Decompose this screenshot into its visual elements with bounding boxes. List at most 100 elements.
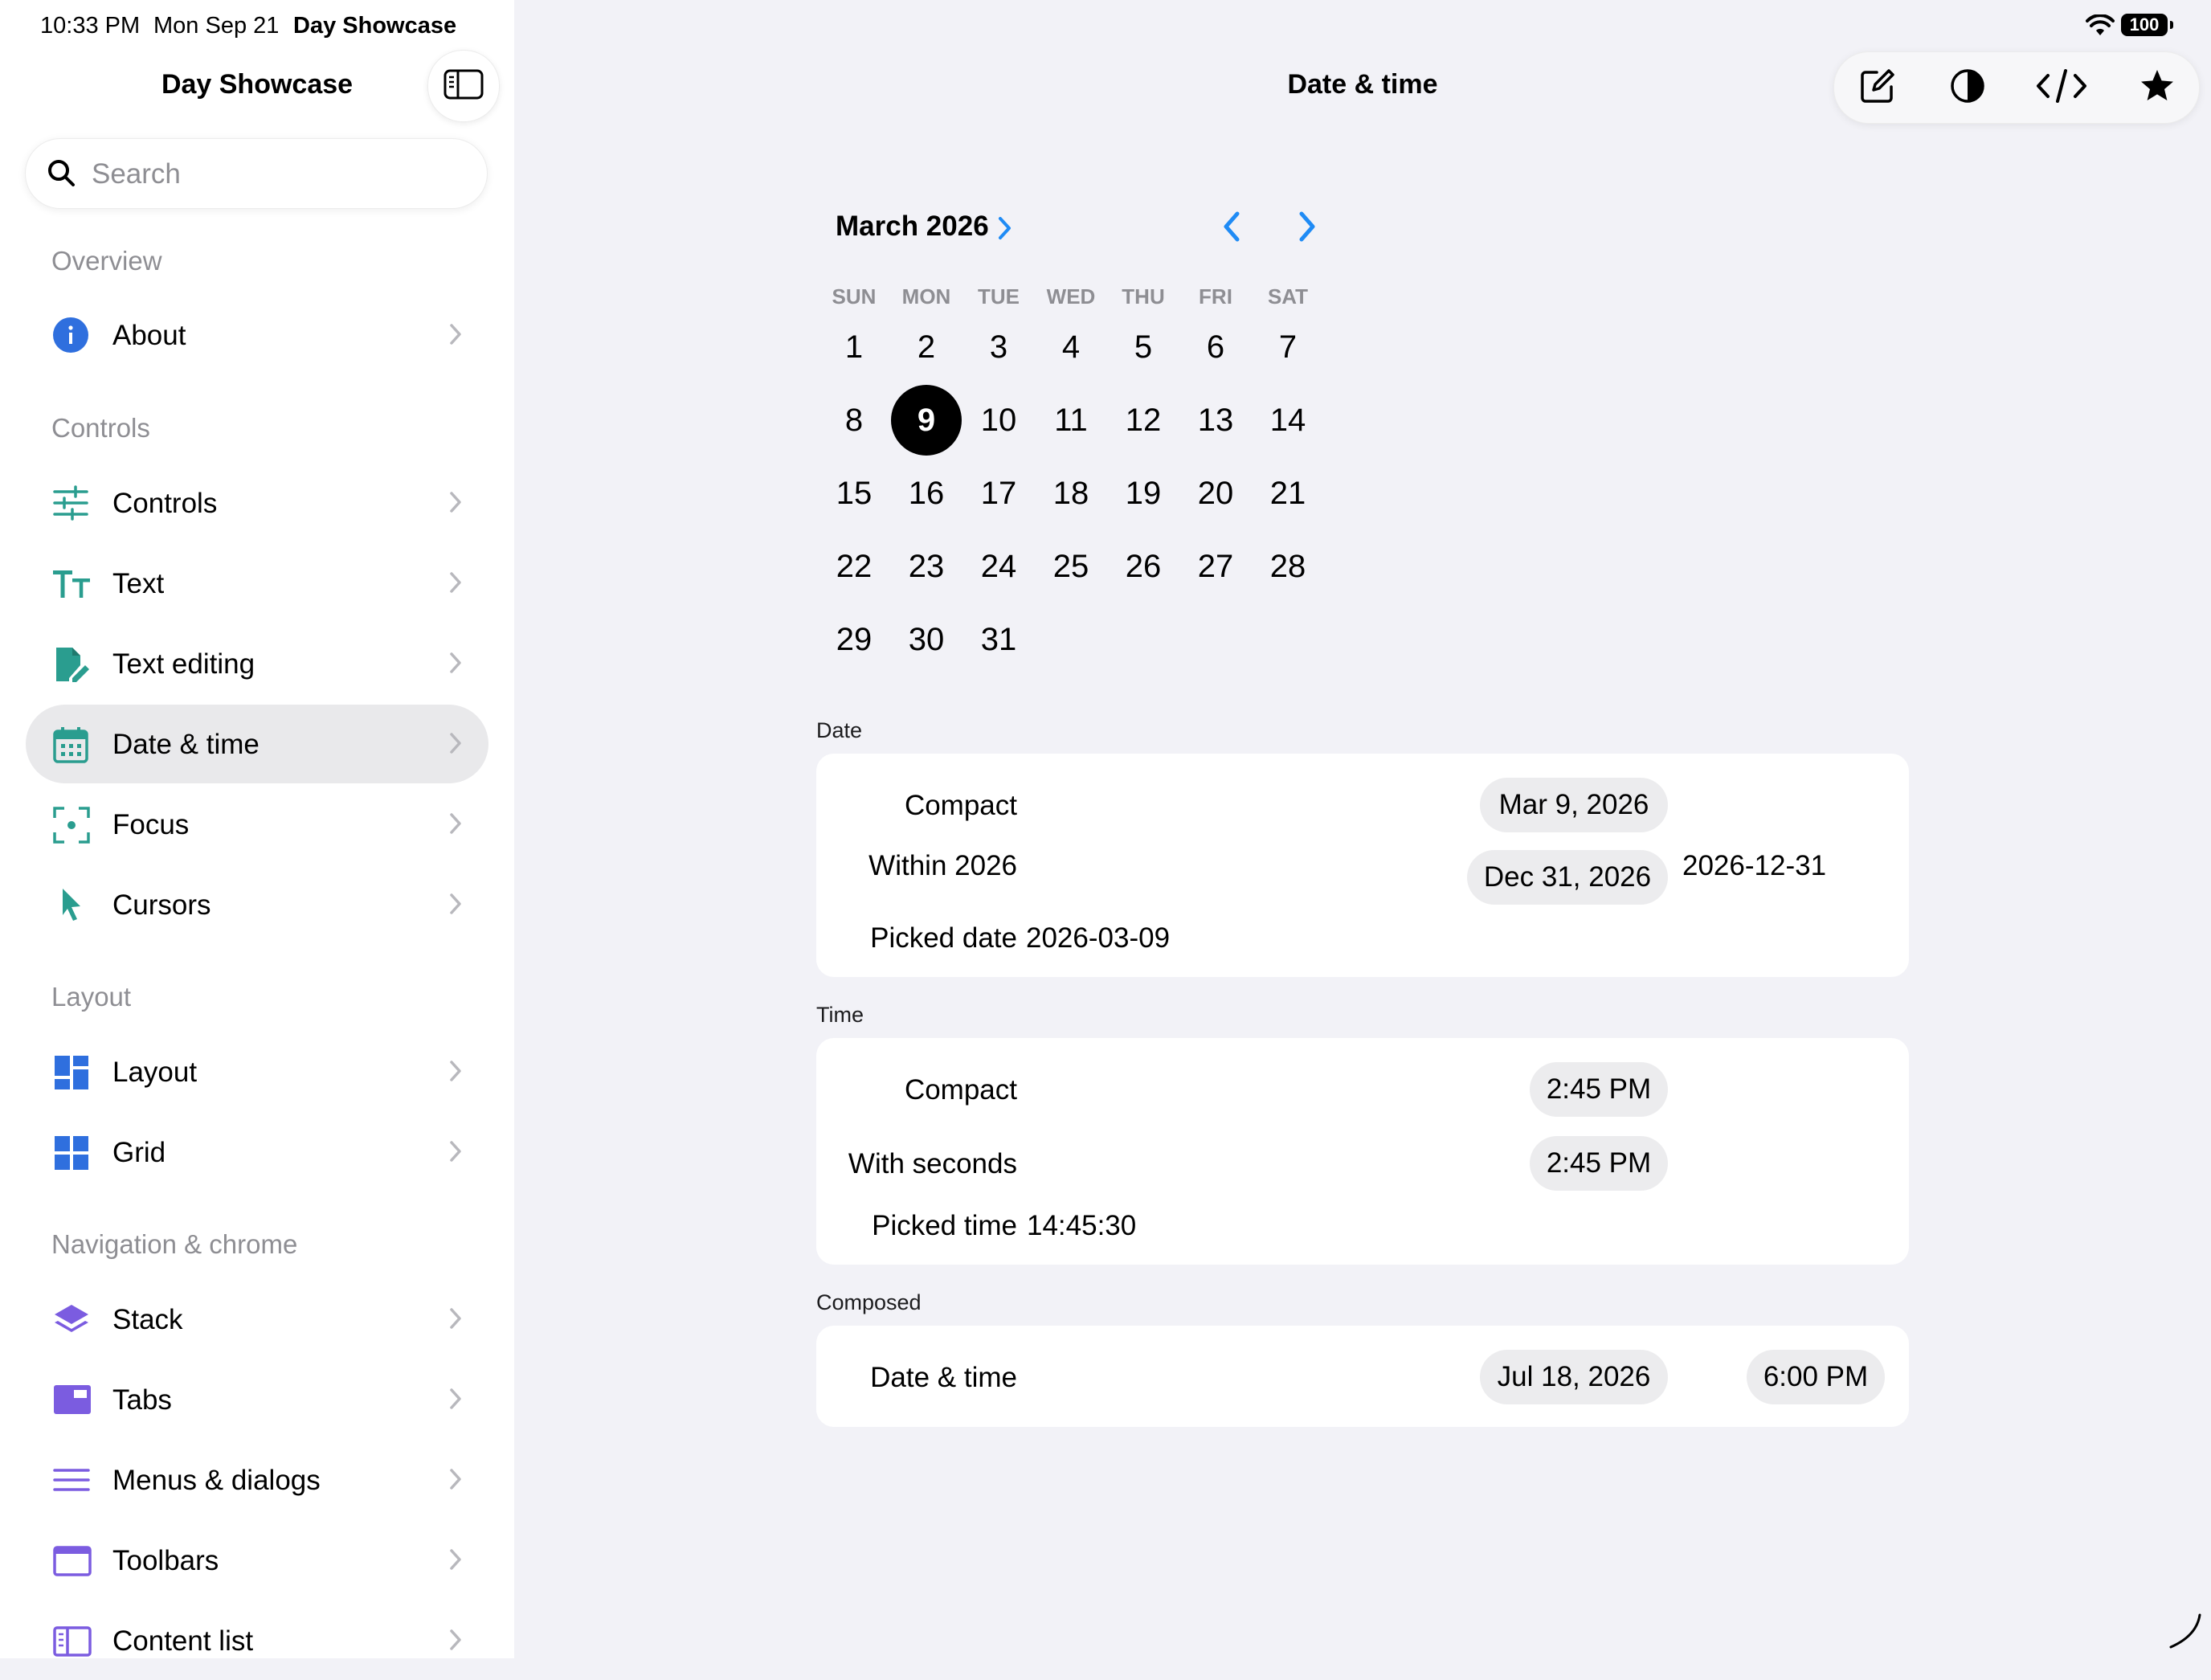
document-edit-icon — [53, 646, 89, 682]
chevron-right-icon — [448, 1467, 463, 1495]
favorite-button[interactable] — [2138, 68, 2176, 107]
sidebar-item-label: Text editing — [112, 648, 255, 680]
calendar-day[interactable]: 7 — [1253, 312, 1323, 382]
sidebar-item-content-list[interactable]: Content list — [26, 1601, 488, 1680]
time-group-label: Time — [816, 1003, 864, 1027]
battery-icon: 100 — [2121, 14, 2173, 36]
calendar-month-label[interactable]: March 2026 — [836, 211, 989, 243]
next-month-button[interactable] — [1292, 207, 1321, 250]
sidebar-item-menus-dialogs[interactable]: Menus & dialogs — [26, 1441, 488, 1519]
composed-date-picker[interactable]: Jul 18, 2026 — [1480, 1350, 1668, 1404]
chevron-right-icon[interactable] — [996, 215, 1014, 245]
compact-time-label: Compact — [904, 1074, 1017, 1106]
weekday-label: FRI — [1199, 284, 1232, 309]
calendar-day[interactable]: 26 — [1108, 531, 1179, 602]
sidebar-toggle-button[interactable] — [427, 50, 500, 122]
code-icon — [2035, 67, 2088, 108]
appearance-button[interactable] — [1948, 68, 1987, 107]
code-button[interactable] — [2033, 68, 2090, 107]
calendar-day[interactable]: 13 — [1180, 385, 1251, 456]
calendar-day[interactable]: 1 — [819, 312, 889, 382]
status-bar: 10:33 PM Mon Sep 21 Day Showcase 100 — [0, 0, 2211, 51]
calendar-day[interactable]: 6 — [1180, 312, 1251, 382]
date-group-label: Date — [816, 718, 863, 742]
status-app-name: Day Showcase — [293, 13, 457, 39]
sidebar-item-about[interactable]: About — [26, 296, 488, 374]
sidebar-item-date-time[interactable]: Date & time — [26, 705, 488, 783]
sidebar-item-cursors[interactable]: Cursors — [26, 865, 488, 944]
within-2026-iso-value: 2026-12-31 — [1682, 850, 1827, 881]
calendar-day[interactable]: 16 — [891, 458, 962, 529]
calendar-day[interactable]: 5 — [1108, 312, 1179, 382]
sidebar-item-label: Focus — [112, 809, 190, 840]
menu-icon — [53, 1462, 90, 1498]
search-field[interactable] — [25, 138, 488, 210]
calendar-day[interactable]: 2 — [891, 312, 962, 382]
chevron-right-icon — [448, 731, 463, 759]
sidebar-item-stack[interactable]: Stack — [26, 1280, 488, 1359]
composed-time-picker[interactable]: 6:00 PM — [1747, 1350, 1885, 1404]
sidebar-item-label: Content list — [112, 1625, 254, 1657]
calendar-day[interactable]: 10 — [963, 385, 1034, 456]
calendar-day[interactable]: 20 — [1180, 458, 1251, 529]
calendar-day[interactable]: 30 — [891, 604, 962, 675]
sidebar-item-text[interactable]: Text — [26, 544, 488, 623]
weekday-label: MON — [901, 284, 951, 309]
picked-time-label: Picked time — [872, 1210, 1017, 1241]
sidebar-item-toolbars[interactable]: Toolbars — [26, 1521, 488, 1600]
calendar-day[interactable]: 3 — [963, 312, 1034, 382]
calendar-day[interactable]: 4 — [1036, 312, 1106, 382]
calendar-day[interactable]: 17 — [963, 458, 1034, 529]
calendar-day[interactable]: 22 — [819, 531, 889, 602]
with-seconds-time-picker[interactable]: 2:45 PM — [1530, 1136, 1668, 1191]
calendar-day[interactable]: 23 — [891, 531, 962, 602]
calendar-day[interactable]: 21 — [1253, 458, 1323, 529]
calendar-day[interactable]: 31 — [963, 604, 1034, 675]
sidebar-item-label: Cursors — [112, 889, 211, 921]
sidebar-item-focus[interactable]: Focus — [26, 785, 488, 864]
within-2026-label: Within 2026 — [868, 850, 1017, 881]
calendar-day[interactable]: 12 — [1108, 385, 1179, 456]
sidebar-item-controls[interactable]: Controls — [26, 464, 488, 542]
sidebar-item-layout[interactable]: Layout — [26, 1032, 488, 1111]
resize-handle-icon[interactable] — [2164, 1612, 2203, 1654]
calendar-day[interactable]: 27 — [1180, 531, 1251, 602]
within-2026-date-picker[interactable]: Dec 31, 2026 — [1467, 850, 1668, 905]
section-header-overview: Overview — [51, 246, 162, 276]
chevron-right-icon — [448, 1628, 463, 1656]
content-list-icon — [53, 1623, 92, 1658]
sidebar-item-grid[interactable]: Grid — [26, 1113, 488, 1192]
sidebar-item-label: Menus & dialogs — [112, 1465, 321, 1496]
sidebar-item-tabs[interactable]: Tabs — [26, 1360, 488, 1439]
chevron-right-icon — [448, 811, 463, 840]
star-icon — [2139, 68, 2175, 108]
calendar-day[interactable]: 15 — [819, 458, 889, 529]
compose-button[interactable] — [1858, 68, 1897, 107]
calendar-day[interactable]: 24 — [963, 531, 1034, 602]
cursor-icon — [53, 887, 88, 922]
sidebar-item-label: Text — [112, 568, 165, 599]
calendar-day[interactable]: 19 — [1108, 458, 1179, 529]
calendar-day[interactable]: 28 — [1253, 531, 1323, 602]
toolbar — [1833, 51, 2200, 124]
search-input[interactable] — [90, 139, 471, 210]
previous-month-button[interactable] — [1218, 207, 1247, 250]
sidebar-icon — [443, 68, 484, 104]
calendar-icon — [53, 726, 88, 763]
weekday-label: WED — [1046, 284, 1096, 309]
calendar-day-selected[interactable]: 9 — [891, 385, 962, 456]
calendar-day[interactable]: 25 — [1036, 531, 1106, 602]
calendar-day[interactable]: 29 — [819, 604, 889, 675]
picked-date-value: 2026-03-09 — [1026, 922, 1171, 954]
stack-icon — [53, 1302, 88, 1337]
sidebar-item-text-editing[interactable]: Text editing — [26, 624, 488, 703]
compact-date-picker[interactable]: Mar 9, 2026 — [1480, 778, 1668, 832]
calendar-day[interactable]: 18 — [1036, 458, 1106, 529]
sidebar-item-label: Controls — [112, 488, 218, 519]
calendar-day[interactable]: 11 — [1036, 385, 1106, 456]
calendar-day[interactable]: 8 — [819, 385, 889, 456]
compact-time-picker[interactable]: 2:45 PM — [1530, 1062, 1668, 1117]
contrast-icon — [1949, 67, 1986, 108]
calendar-day[interactable]: 14 — [1253, 385, 1323, 456]
chevron-left-icon — [1218, 211, 1247, 249]
